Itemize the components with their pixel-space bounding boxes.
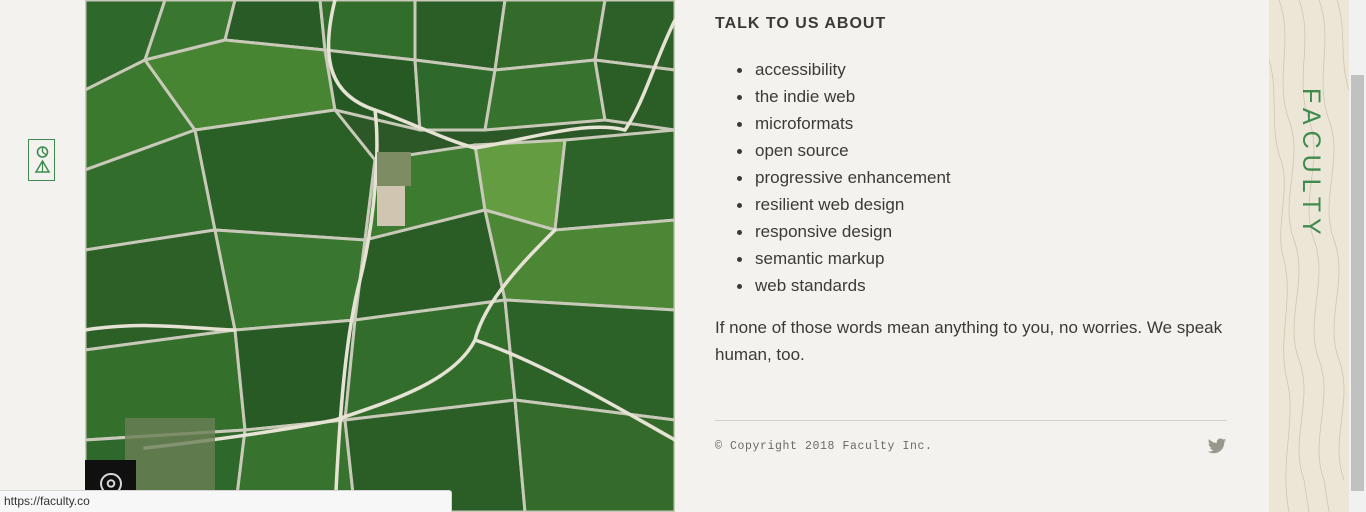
aerial-farmland-image [85, 0, 675, 512]
brand-wordmark[interactable]: FACULTY [1296, 88, 1325, 241]
list-item: web standards [737, 272, 951, 299]
list-item: progressive enhancement [737, 164, 951, 191]
footer-divider [715, 420, 1227, 421]
topographic-panel [1269, 0, 1349, 512]
scrollbar-thumb[interactable] [1351, 75, 1364, 491]
list-item: resilient web design [737, 191, 951, 218]
page-scrollbar[interactable] [1349, 0, 1366, 512]
list-item: accessibility [737, 56, 951, 83]
topic-list: accessibility the indie web microformats… [715, 56, 951, 299]
list-item: responsive design [737, 218, 951, 245]
link-status-bar: https://faculty.co [0, 490, 452, 512]
closing-note: If none of those words mean anything to … [715, 318, 1223, 364]
section-heading: TALK TO US ABOUT [715, 15, 887, 32]
twitter-icon[interactable] [1207, 436, 1227, 456]
list-item: semantic markup [737, 245, 951, 272]
list-item: open source [737, 137, 951, 164]
copyright-text: © Copyright 2018 Faculty Inc. [715, 440, 933, 453]
left-rail [0, 0, 85, 512]
list-item: microformats [737, 110, 951, 137]
list-item: the indie web [737, 83, 951, 110]
faculty-logo-icon[interactable] [28, 139, 55, 181]
talk-section: TALK TO US ABOUT accessibility the indie… [715, 0, 1227, 512]
